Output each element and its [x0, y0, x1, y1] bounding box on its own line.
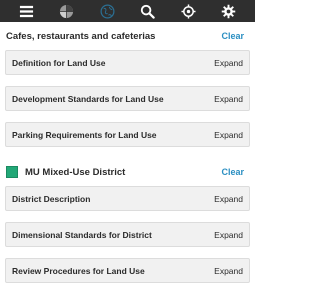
locate-button[interactable]: [178, 1, 198, 21]
globe-icon: [100, 4, 115, 18]
row-label: District Description: [12, 193, 91, 204]
district-section-header: MU Mixed-Use District Clear: [0, 158, 255, 186]
settings-button[interactable]: [219, 1, 239, 21]
expand-button[interactable]: Expand: [214, 130, 243, 140]
globe-button[interactable]: [97, 1, 117, 21]
expand-button[interactable]: Expand: [214, 94, 243, 104]
clear-district-button[interactable]: Clear: [221, 167, 244, 177]
search-icon: [141, 4, 155, 19]
district-description-row[interactable]: District Description Expand: [5, 186, 250, 211]
menu-button[interactable]: [16, 1, 36, 21]
parking-requirements-row[interactable]: Parking Requirements for Land Use Expand: [5, 122, 250, 147]
locate-icon: [181, 3, 196, 19]
district-title: MU Mixed-Use District: [25, 166, 126, 178]
clear-land-use-button[interactable]: Clear: [221, 31, 244, 41]
land-use-section-header: Cafes, restaurants and cafeterias Clear: [0, 22, 255, 50]
basemap-icon: [60, 4, 74, 18]
development-standards-row[interactable]: Development Standards for Land Use Expan…: [5, 86, 250, 111]
expand-button[interactable]: Expand: [214, 230, 243, 240]
menu-icon: [19, 5, 33, 17]
definition-row[interactable]: Definition for Land Use Expand: [5, 50, 250, 75]
row-label: Review Procedures for Land Use: [12, 265, 145, 276]
zoning-panel: Cafes, restaurants and cafeterias Clear …: [0, 22, 255, 294]
top-toolbar: [0, 0, 255, 22]
review-procedures-row[interactable]: Review Procedures for Land Use Expand: [5, 258, 250, 283]
land-use-title: Cafes, restaurants and cafeterias: [6, 30, 156, 42]
expand-button[interactable]: Expand: [214, 194, 243, 204]
row-label: Dimensional Standards for District: [12, 229, 152, 240]
gear-icon: [222, 4, 236, 18]
search-button[interactable]: [138, 1, 158, 21]
basemap-button[interactable]: [57, 1, 77, 21]
expand-button[interactable]: Expand: [214, 58, 243, 68]
district-color-swatch: [6, 166, 18, 178]
row-label: Definition for Land Use: [12, 57, 106, 68]
dimensional-standards-row[interactable]: Dimensional Standards for District Expan…: [5, 222, 250, 247]
expand-button[interactable]: Expand: [214, 266, 243, 276]
row-label: Development Standards for Land Use: [12, 93, 164, 104]
row-label: Parking Requirements for Land Use: [12, 129, 157, 140]
